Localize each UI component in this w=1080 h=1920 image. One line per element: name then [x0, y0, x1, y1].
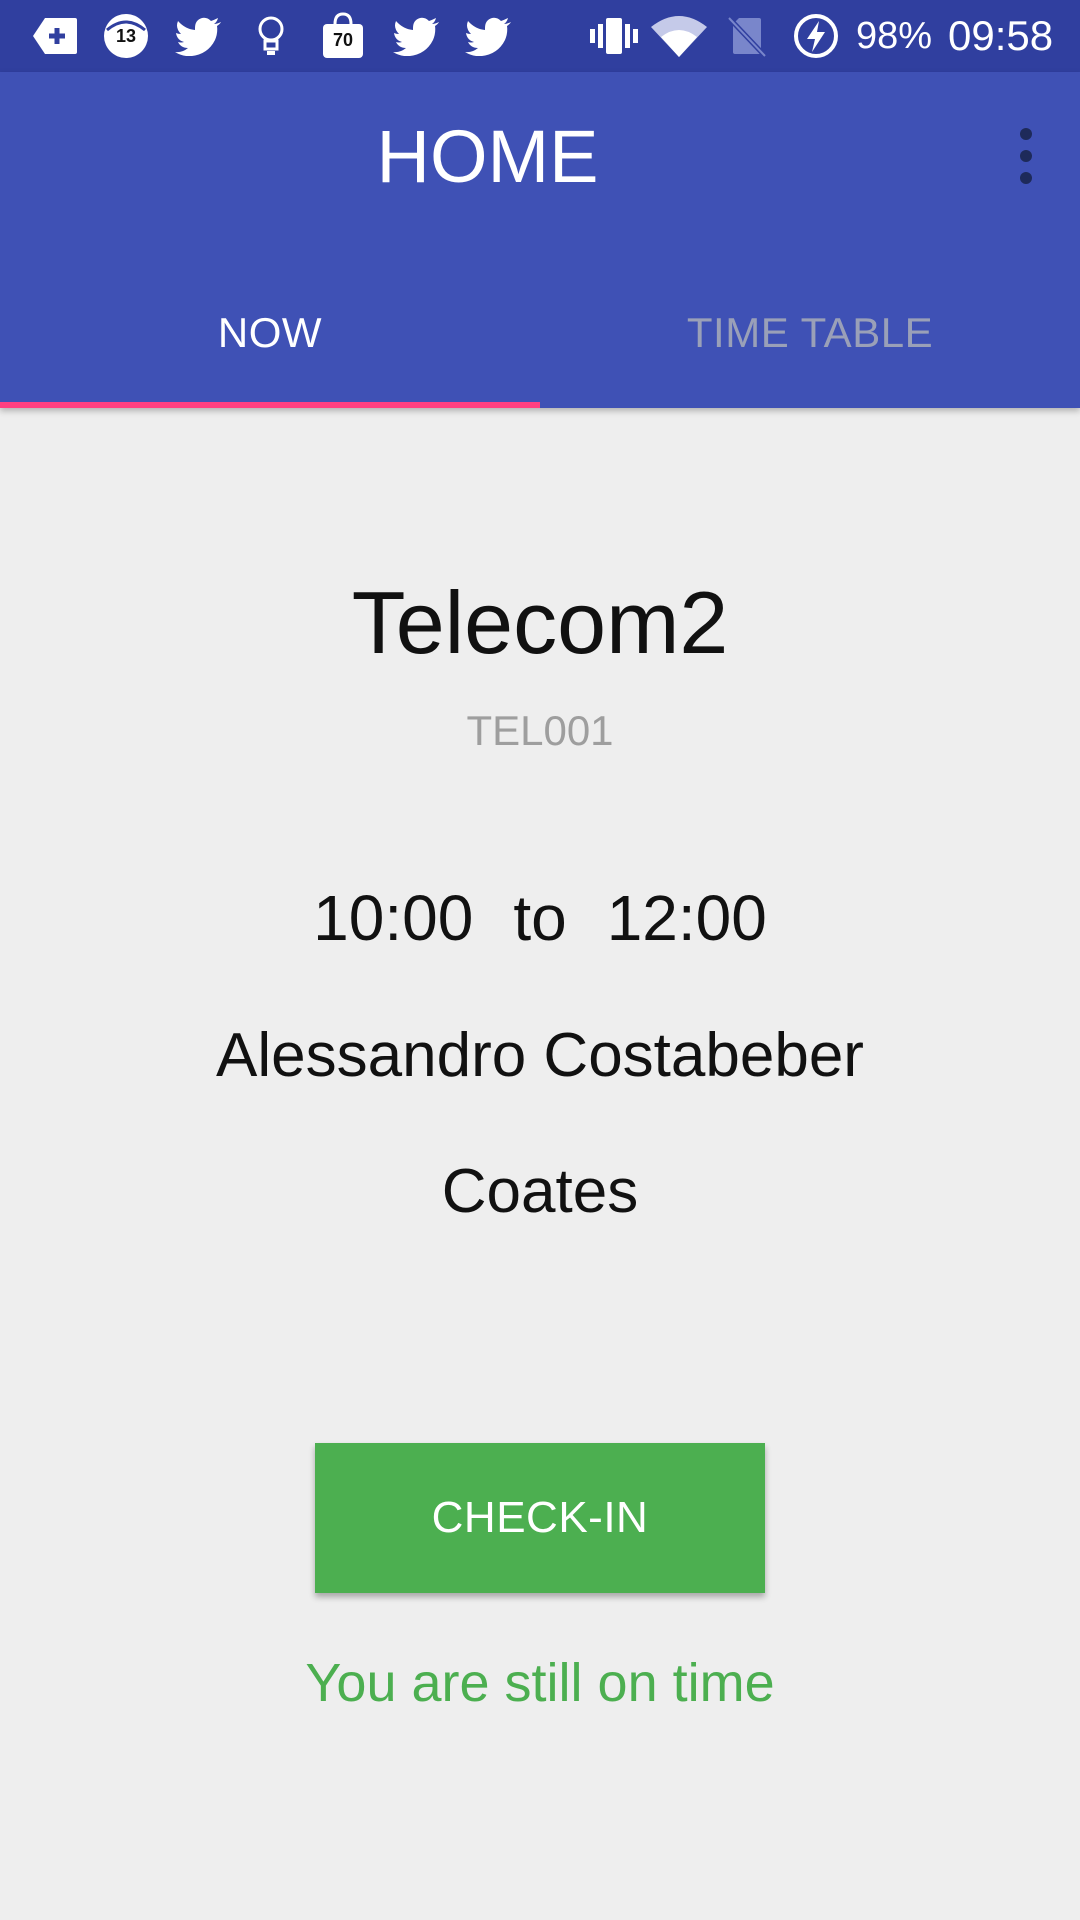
status-message: You are still on time [305, 1653, 775, 1713]
page-title: HOME [376, 115, 599, 198]
overflow-dot [1020, 128, 1032, 140]
status-time: 09:58 [948, 12, 1054, 59]
app-bar: HOME NOW TIME TABLE [0, 72, 1080, 408]
time-separator: to [513, 882, 567, 954]
twitter-icon [174, 12, 224, 60]
overflow-dot [1020, 172, 1032, 184]
battery-percentage: 98% [856, 15, 933, 57]
badge-70-label: 70 [332, 30, 354, 50]
tab-now-label: NOW [217, 309, 323, 356]
wifi-icon [648, 12, 710, 60]
course-title: Telecom2 [351, 573, 729, 672]
end-time: 12:00 [606, 882, 767, 954]
tab-time-table-label: TIME TABLE [686, 309, 934, 356]
room-name: Coates [441, 1157, 639, 1226]
overflow-dot [1020, 150, 1032, 162]
lightbulb-icon [254, 12, 288, 60]
badge-13-icon: 13 [100, 12, 152, 60]
overflow-menu-icon[interactable] [996, 120, 1056, 192]
course-code: TEL001 [466, 707, 614, 754]
tab-now[interactable]: NOW [0, 258, 540, 408]
time-range: 10:00 to 12:00 [0, 878, 1080, 958]
start-time: 10:00 [313, 882, 474, 954]
twitter-icon [392, 12, 442, 60]
status-bar: 13 70 98% 09:58 [0, 0, 1080, 72]
check-in-button[interactable]: CHECK-IN [315, 1443, 765, 1593]
shopping-bag-70-icon: 70 [318, 12, 368, 60]
tab-bar: NOW TIME TABLE [0, 258, 1080, 408]
badge-13-label: 13 [115, 26, 137, 46]
twitter-icon [464, 12, 514, 60]
add-tag-icon [30, 12, 80, 60]
lecturer-name: Alessandro Costabeber [216, 1021, 864, 1090]
no-sim-icon [726, 12, 768, 60]
now-panel: Telecom2 TEL001 10:00 to 12:00 Alessandro … [0, 408, 1080, 1920]
vibrate-icon [588, 12, 640, 60]
battery-charging-icon [790, 12, 842, 60]
tab-time-table[interactable]: TIME TABLE [540, 258, 1080, 408]
